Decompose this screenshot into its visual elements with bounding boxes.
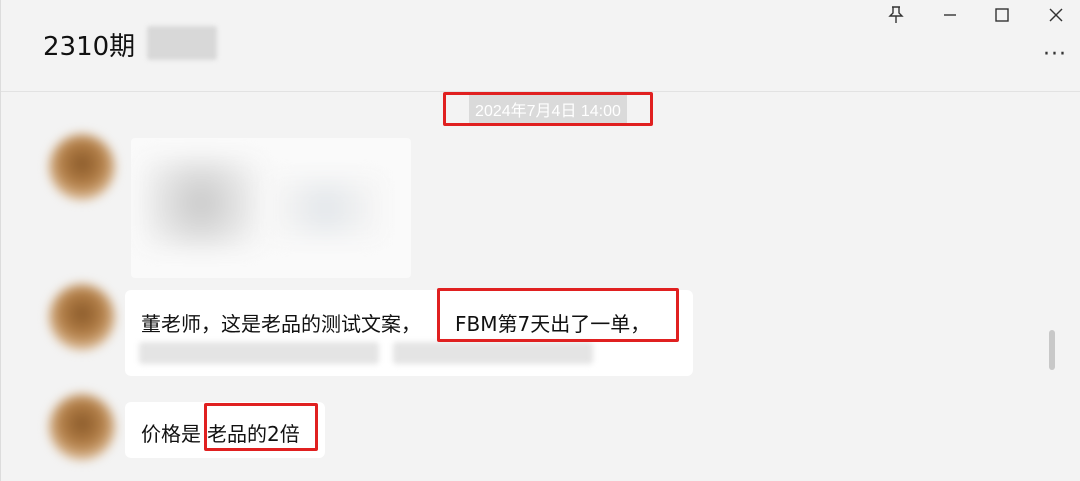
- pin-button[interactable]: [873, 0, 919, 30]
- minimize-icon: [944, 14, 956, 16]
- title-bar: 2310期 ···: [1, 0, 1080, 92]
- image-content: [141, 158, 261, 248]
- more-options-button[interactable]: ···: [1043, 42, 1067, 67]
- redacted-text: [393, 342, 593, 364]
- avatar[interactable]: [49, 284, 115, 350]
- avatar[interactable]: [49, 394, 115, 460]
- redacted-text: [139, 342, 379, 364]
- maximize-icon: [995, 8, 1009, 22]
- highlight-box-timestamp: [443, 92, 653, 126]
- avatar[interactable]: [49, 134, 115, 200]
- image-message[interactable]: [131, 138, 411, 278]
- redacted-group-name: [147, 26, 217, 60]
- chat-window: 2310期 ··· 2024年7月4日 14:00 董老师，这是老品的测试文案，…: [0, 0, 1080, 481]
- scrollbar-thumb[interactable]: [1049, 330, 1055, 370]
- close-button[interactable]: [1033, 0, 1079, 30]
- close-icon: [1049, 8, 1063, 22]
- minimize-button[interactable]: [927, 0, 973, 30]
- chat-title: 2310期: [43, 32, 136, 62]
- message-text-part: 价格是: [141, 422, 201, 446]
- message-list[interactable]: 2024年7月4日 14:00 董老师，这是老品的测试文案， FBM第7天出了一…: [1, 92, 1065, 481]
- image-content: [271, 178, 381, 238]
- highlight-box-price: [204, 403, 318, 451]
- highlight-box-fbm: [437, 288, 679, 342]
- message-text-part: 董老师，这是老品的测试文案，: [141, 312, 421, 336]
- pin-icon: [888, 6, 904, 23]
- maximize-button[interactable]: [979, 0, 1025, 30]
